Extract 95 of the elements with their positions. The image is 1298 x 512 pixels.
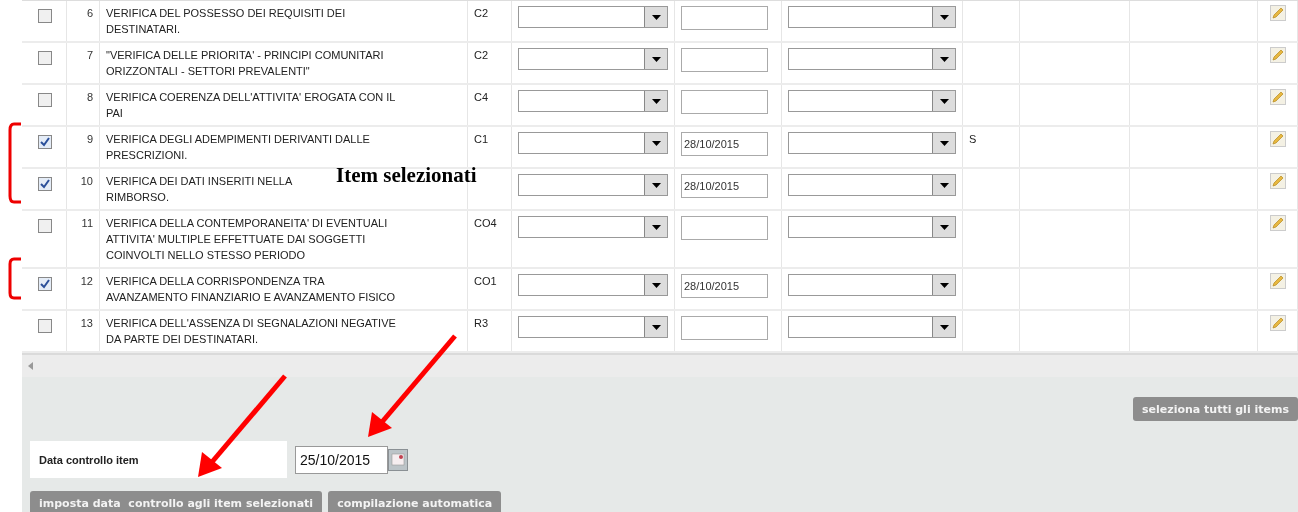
dropdown[interactable]	[518, 90, 668, 112]
annotation-label: Item selezionati	[336, 163, 477, 188]
dropdown[interactable]	[788, 90, 956, 112]
scroll-left-icon[interactable]	[28, 362, 33, 370]
item-description: COINVOLTI NELLO STESSO PERIODO	[106, 248, 306, 263]
item-description: VERIFICA DEGLI ADEMPIMENTI DERIVANTI DALLE	[106, 132, 370, 147]
item-description: RIMBORSO.	[106, 190, 169, 205]
date-field[interactable]	[681, 48, 768, 72]
dropdown[interactable]	[788, 48, 956, 70]
checkbox[interactable]	[38, 277, 52, 291]
item-description: VERIFICA COERENZA DELL'ATTIVITA' EROGATA CON IL	[106, 90, 396, 105]
dropdown[interactable]	[788, 316, 956, 338]
pencil-icon[interactable]	[1270, 5, 1286, 21]
pencil-icon[interactable]	[1270, 315, 1286, 331]
row-number: 10	[80, 175, 93, 187]
caret-icon	[939, 182, 949, 188]
bracket	[8, 257, 21, 300]
date-field[interactable]: 28/10/2015	[681, 132, 768, 156]
dropdown[interactable]	[788, 132, 956, 154]
date-field[interactable]: 25/10/2015	[295, 445, 388, 474]
caret-icon	[651, 182, 661, 188]
caret-icon	[939, 98, 949, 104]
item-description: VERIFICA DELL'ASSENZA DI SEGNALAZIONI NEGATIVE	[106, 316, 396, 331]
item-description: "VERIFICA DELLE PRIORITA' - PRINCIPI COMUNITARI	[106, 48, 384, 63]
dropdown[interactable]	[788, 174, 956, 196]
dropdown[interactable]	[518, 48, 668, 70]
checkbox[interactable]	[38, 219, 52, 233]
row-number: 13	[80, 317, 93, 329]
checkbox[interactable]	[38, 319, 52, 333]
date-field[interactable]: 28/10/2015	[681, 174, 768, 198]
checkbox[interactable]	[38, 51, 52, 65]
caret-icon	[651, 14, 661, 20]
dropdown[interactable]	[788, 6, 956, 28]
caret-icon	[939, 56, 949, 62]
caret-icon	[651, 282, 661, 288]
checkbox[interactable]	[38, 135, 52, 149]
pencil-icon[interactable]	[1270, 215, 1286, 231]
item-code: C2	[474, 49, 489, 61]
item-description: VERIFICA DELLA CORRISPONDENZA TRA	[106, 274, 325, 289]
dropdown[interactable]	[518, 174, 668, 196]
item-code: CO1	[474, 275, 497, 287]
item-description: VERIFICA DEI DATI INSERITI NELLA	[106, 174, 293, 189]
dropdown[interactable]	[518, 274, 668, 296]
item-code: C2	[474, 7, 489, 19]
caret-icon	[651, 324, 661, 330]
pencil-icon[interactable]	[1270, 131, 1286, 147]
caret-icon	[651, 56, 661, 62]
caret-icon	[939, 14, 949, 20]
dropdown[interactable]	[788, 274, 956, 296]
date-field[interactable]	[681, 90, 768, 114]
caret-icon	[939, 282, 949, 288]
date-field[interactable]	[681, 316, 768, 340]
pencil-icon[interactable]	[1270, 173, 1286, 189]
dropdown[interactable]	[518, 316, 668, 338]
row-number: 8	[86, 91, 93, 103]
item-code: R3	[474, 317, 489, 329]
caret-icon	[651, 98, 661, 104]
item-description: VERIFICA DEL POSSESSO DEI REQUISITI DEI	[106, 6, 346, 21]
item-description: PRESCRIZIONI.	[106, 148, 188, 163]
row-number: 6	[86, 7, 93, 19]
row-number: 7	[86, 49, 93, 61]
row-number: 9	[86, 133, 93, 145]
pencil-icon[interactable]	[1270, 47, 1286, 63]
item-description: DESTINATARI.	[106, 22, 181, 37]
item-code: C1	[474, 133, 489, 145]
date-label: Data controllo item	[39, 453, 139, 466]
checkbox[interactable]	[38, 93, 52, 107]
date-field[interactable]: 28/10/2015	[681, 274, 768, 298]
item-description: DA PARTE DEI DESTINATARI.	[106, 332, 258, 347]
item-description: ATTIVITA' MULTIPLE EFFETTUATE DAI SOGGETTI	[106, 232, 366, 247]
caret-icon	[651, 140, 661, 146]
item-description: ORIZZONTALI - SETTORI PREVALENTI"	[106, 64, 310, 79]
caret-icon	[939, 140, 949, 146]
row-number: 12	[80, 275, 93, 287]
item-description: AVANZAMENTO FINANZIARIO E AVANZAMENTO FISICO	[106, 290, 396, 305]
checkbox[interactable]	[38, 9, 52, 23]
pencil-icon[interactable]	[1270, 273, 1286, 289]
item-description: VERIFICA DELLA CONTEMPORANEITA' DI EVENTUALI	[106, 216, 388, 231]
caret-icon	[939, 324, 949, 330]
checkbox[interactable]	[38, 177, 52, 191]
caret-icon	[651, 224, 661, 230]
flag-text: S	[969, 133, 977, 145]
dropdown[interactable]	[518, 132, 668, 154]
dropdown[interactable]	[788, 216, 956, 238]
dropdown[interactable]	[518, 6, 668, 28]
item-code: CO4	[474, 217, 497, 229]
calendar-icon[interactable]	[388, 448, 408, 471]
dropdown[interactable]	[518, 216, 668, 238]
caret-icon	[939, 224, 949, 230]
item-code: C4	[474, 91, 489, 103]
date-field[interactable]	[681, 6, 768, 30]
item-description: PAI	[106, 106, 123, 121]
pencil-icon[interactable]	[1270, 89, 1286, 105]
row-number: 11	[81, 217, 93, 229]
date-field[interactable]	[681, 216, 768, 240]
